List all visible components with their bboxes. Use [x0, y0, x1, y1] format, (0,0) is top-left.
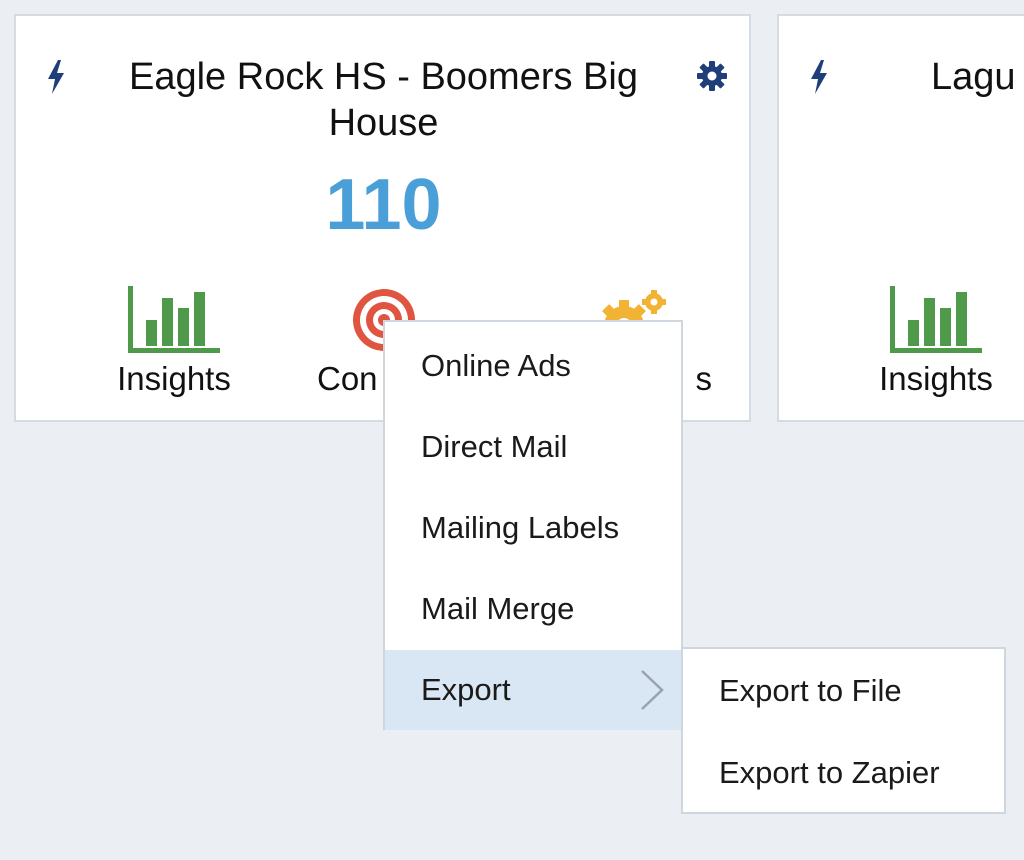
menu-item-export-to-zapier[interactable]: Export to Zapier — [683, 733, 1004, 813]
bolt-icon — [811, 60, 827, 94]
contacts-dropdown-menu: Online Ads Direct Mail Mailing Labels Ma… — [383, 320, 683, 730]
insights-action[interactable]: Insights — [74, 286, 274, 398]
contact-count[interactable]: 110 — [16, 164, 751, 246]
insights-label: Insights — [879, 360, 993, 397]
insights-label: Insights — [117, 360, 231, 397]
gear-icon[interactable] — [696, 60, 728, 92]
card-title[interactable]: Eagle Rock HS - Boomers Big House — [96, 54, 671, 146]
menu-item-mail-merge[interactable]: Mail Merge — [385, 569, 681, 649]
menu-item-export[interactable]: Export — [385, 650, 681, 730]
bar-chart-icon — [890, 286, 982, 353]
menu-item-export-label: Export — [421, 672, 511, 707]
chevron-right-icon — [641, 670, 664, 710]
campaign-card: Lagu Insights — [777, 14, 1024, 422]
insights-action[interactable]: Insights — [836, 286, 1024, 398]
card-title[interactable]: Lagu — [931, 54, 1024, 100]
menu-item-direct-mail[interactable]: Direct Mail — [385, 407, 681, 487]
menu-item-mailing-labels[interactable]: Mailing Labels — [385, 488, 681, 568]
menu-item-export-to-file[interactable]: Export to File — [683, 651, 1004, 731]
bolt-icon — [48, 60, 64, 94]
menu-item-online-ads[interactable]: Online Ads — [385, 326, 681, 406]
export-submenu: Export to File Export to Zapier — [681, 647, 1006, 814]
bar-chart-icon — [128, 286, 220, 353]
